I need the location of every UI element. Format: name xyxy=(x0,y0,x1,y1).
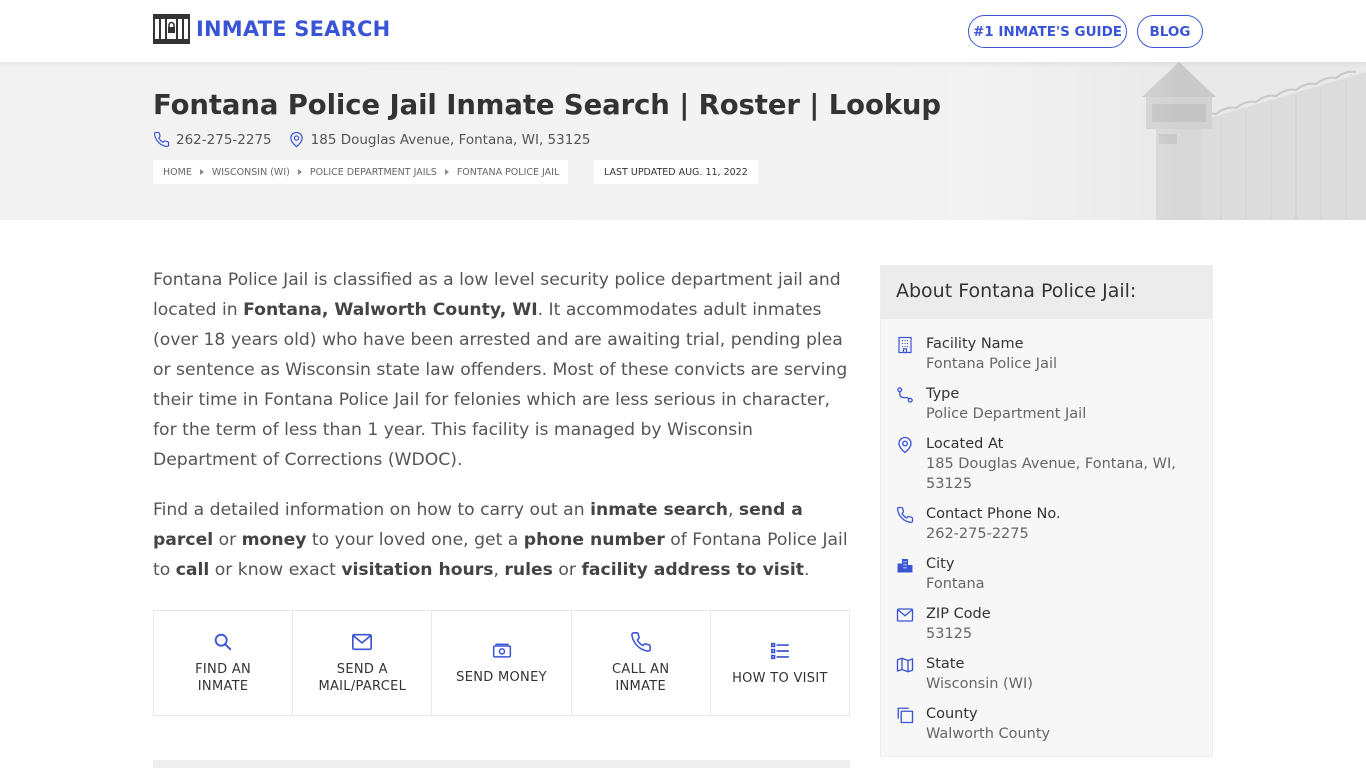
about-item-facility-name: Facility Name Fontana Police Jail xyxy=(896,334,1197,374)
about-key: City xyxy=(926,556,955,572)
about-value: Fontana Police Jail xyxy=(926,356,1058,372)
find-inmate-button[interactable]: FIND AN INMATE xyxy=(154,611,294,715)
about-value: 53125 xyxy=(926,626,973,642)
intro-text-segment: Find a detailed information on how to ca… xyxy=(153,500,591,520)
last-updated-badge: LAST UPDATED AUG. 11, 2022 xyxy=(594,160,758,184)
about-facility-panel: About Fontana Police Jail: Facility Name… xyxy=(880,265,1213,757)
nav-inmates-guide-button[interactable]: #1 INMATE'S GUIDE xyxy=(968,15,1127,48)
about-item-type: Type Police Department Jail xyxy=(896,384,1197,424)
intro-keyword: visitation hours xyxy=(341,560,494,580)
intro-text-segment: . xyxy=(804,560,810,580)
about-value: Fontana xyxy=(926,576,985,592)
phone-icon xyxy=(630,632,651,652)
about-item-phone: Contact Phone No. 262-275-2275 xyxy=(896,504,1197,544)
send-money-label: SEND MONEY xyxy=(456,669,547,685)
phone-icon xyxy=(896,506,914,524)
hero-banner: Fontana Police Jail Inmate Search | Rost… xyxy=(0,62,1366,220)
map-pin-icon xyxy=(289,131,303,148)
top-navbar: INMATE SEARCH #1 INMATE'S GUIDE BLOG xyxy=(0,0,1366,62)
map-pin-icon xyxy=(898,436,912,454)
intro-paragraph-2: Find a detailed information on how to ca… xyxy=(153,495,850,585)
intro-text-segment: or know exact xyxy=(209,560,342,580)
intro-keyword: phone number xyxy=(523,530,665,550)
about-value: Wisconsin (WI) xyxy=(926,676,1033,692)
city-icon xyxy=(897,559,913,573)
about-key: Located At xyxy=(926,436,1004,452)
search-icon xyxy=(214,633,232,651)
about-heading: About Fontana Police Jail: xyxy=(881,266,1212,319)
about-value: Police Department Jail xyxy=(926,406,1087,422)
intro-text-segment: or xyxy=(552,560,582,580)
breadcrumb-separator-icon xyxy=(199,169,204,175)
logo-text: INMATE SEARCH xyxy=(196,17,391,41)
send-mail-button[interactable]: SEND A MAIL/PARCEL xyxy=(293,611,433,715)
map-icon xyxy=(896,657,914,673)
about-list: Facility Name Fontana Police Jail Type Pol… xyxy=(881,319,1212,744)
breadcrumb-separator-icon xyxy=(444,169,449,175)
about-key: ZIP Code xyxy=(926,606,991,622)
jail-cell-icon xyxy=(153,14,190,44)
about-item-state: State Wisconsin (WI) xyxy=(896,654,1197,694)
about-key: Contact Phone No. xyxy=(926,506,1061,522)
phone-icon xyxy=(153,131,170,148)
about-value: Walworth County xyxy=(926,726,1051,742)
how-to-visit-button[interactable]: HOW TO VISIT xyxy=(711,611,849,715)
about-key: Facility Name xyxy=(926,336,1024,352)
site-logo[interactable]: INMATE SEARCH xyxy=(153,14,390,44)
about-key: County xyxy=(926,706,978,722)
intro-text-segment: , xyxy=(727,500,739,520)
intro-text-segment: , xyxy=(493,560,505,580)
breadcrumb-home[interactable]: HOME xyxy=(163,167,192,178)
mail-icon xyxy=(352,633,373,651)
breadcrumb-current[interactable]: FONTANA POLICE JAIL xyxy=(457,167,559,178)
intro-text-segment: or xyxy=(213,530,242,550)
nav-blog-button[interactable]: BLOG xyxy=(1137,15,1203,48)
page-title: Fontana Police Jail Inmate Search | Rost… xyxy=(153,89,941,121)
intro-keyword: rules xyxy=(504,560,553,580)
money-icon xyxy=(492,643,511,658)
about-item-city: City Fontana xyxy=(896,554,1197,594)
intro-paragraph-1: Fontana Police Jail is classified as a l… xyxy=(153,265,850,475)
about-item-located-at: Located At 185 Douglas Avenue, Fontana, W… xyxy=(896,434,1197,494)
about-key: Type xyxy=(926,386,960,402)
find-inmate-label: FIND AN INMATE xyxy=(195,662,252,694)
hero-phone[interactable]: 262-275-2275 xyxy=(176,132,272,148)
breadcrumb-state[interactable]: WISCONSIN (WI) xyxy=(212,167,290,178)
prison-tower-illustration xyxy=(946,62,1366,220)
about-value: 185 Douglas Avenue, Fontana, WI, 53125 xyxy=(926,456,1176,492)
about-value[interactable]: 262-275-2275 xyxy=(926,524,1061,544)
intro-keyword: money xyxy=(241,530,307,550)
call-inmate-button[interactable]: CALL AN INMATE xyxy=(572,611,711,715)
hero-address: 185 Douglas Avenue, Fontana, WI, 53125 xyxy=(310,131,591,148)
send-mail-label: SEND A MAIL/PARCEL xyxy=(318,662,407,694)
intro-location: Fontana, Walworth County, WI xyxy=(243,300,538,320)
copy-icon xyxy=(897,707,914,724)
breadcrumb: HOME WISCONSIN (WI) POLICE DEPARTMENT JA… xyxy=(153,160,569,184)
contact-line: 262-275-2275 185 Douglas Avenue, Fontana… xyxy=(153,131,591,148)
action-grid: FIND AN INMATE SEND A MAIL/PARCEL SEND M… xyxy=(153,610,850,716)
list-icon xyxy=(770,642,789,659)
send-money-button[interactable]: SEND MONEY xyxy=(432,611,572,715)
intro-keyword: call xyxy=(175,560,210,580)
about-item-zip: ZIP Code 53125 xyxy=(896,604,1197,644)
about-item-county: County Walworth County xyxy=(896,704,1197,744)
section-divider xyxy=(153,760,850,768)
mail-icon xyxy=(896,608,914,622)
how-to-visit-label: HOW TO VISIT xyxy=(732,670,828,686)
call-inmate-label: CALL AN INMATE xyxy=(612,662,670,694)
breadcrumb-separator-icon xyxy=(297,169,302,175)
intro-text: Fontana Police Jail is classified as a l… xyxy=(153,265,850,585)
intro-keyword: inmate search xyxy=(590,500,728,520)
route-icon xyxy=(897,387,913,403)
intro-text-segment: . It accommodates adult inmates (over 18… xyxy=(153,300,848,470)
intro-keyword: facility address to visit xyxy=(581,560,805,580)
breadcrumb-category[interactable]: POLICE DEPARTMENT JAILS xyxy=(310,167,437,178)
intro-text-segment: to your loved one, get a xyxy=(306,530,524,550)
building-icon xyxy=(898,336,912,354)
about-key: State xyxy=(926,656,965,672)
